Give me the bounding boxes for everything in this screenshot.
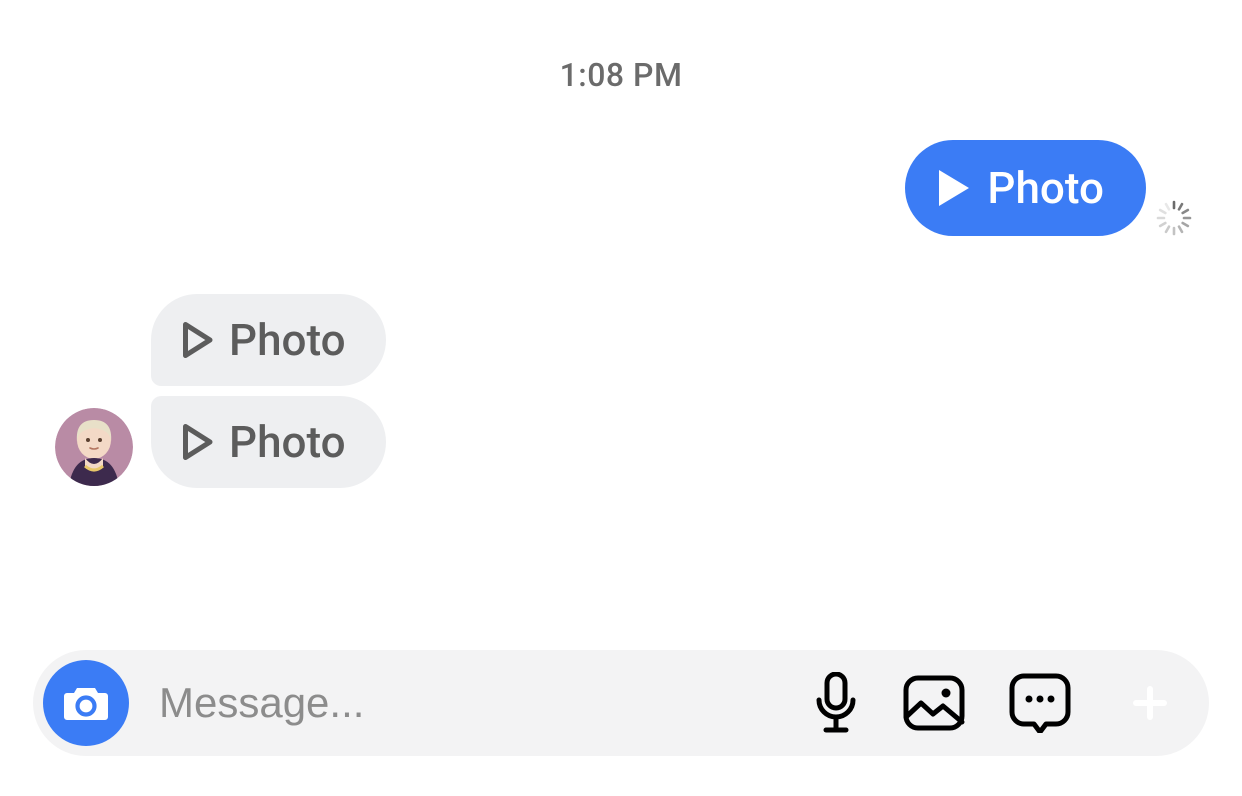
camera-icon (63, 683, 109, 723)
sticker-icon (1009, 673, 1071, 733)
play-icon (183, 322, 213, 358)
message-composer (33, 650, 1209, 756)
incoming-photo-label: Photo (229, 416, 346, 468)
incoming-photo-label: Photo (229, 314, 346, 366)
sending-spinner-icon (1156, 200, 1192, 236)
message-input[interactable] (139, 679, 803, 727)
outgoing-photo-bubble[interactable]: Photo (905, 140, 1146, 236)
sticker-button[interactable] (1009, 673, 1071, 733)
conversation-timestamp: 1:08 PM (0, 56, 1242, 94)
outgoing-message-row: Photo (905, 140, 1192, 236)
sender-avatar[interactable] (55, 408, 133, 486)
composer-actions (813, 668, 1191, 738)
incoming-bubbles-stack: Photo Photo (151, 294, 386, 488)
gallery-button[interactable] (903, 675, 965, 731)
play-icon (183, 424, 213, 460)
incoming-photo-bubble[interactable]: Photo (151, 294, 386, 386)
outgoing-photo-label: Photo (987, 162, 1104, 214)
incoming-photo-bubble[interactable]: Photo (151, 396, 386, 488)
microphone-icon (813, 672, 859, 734)
incoming-message-group: Photo Photo (55, 294, 386, 488)
voice-button[interactable] (813, 672, 859, 734)
camera-button[interactable] (43, 660, 129, 746)
image-icon (903, 675, 965, 731)
play-icon (939, 170, 969, 206)
messages-area: Photo (0, 94, 1242, 574)
plus-icon (1132, 685, 1168, 721)
add-button[interactable] (1115, 668, 1185, 738)
